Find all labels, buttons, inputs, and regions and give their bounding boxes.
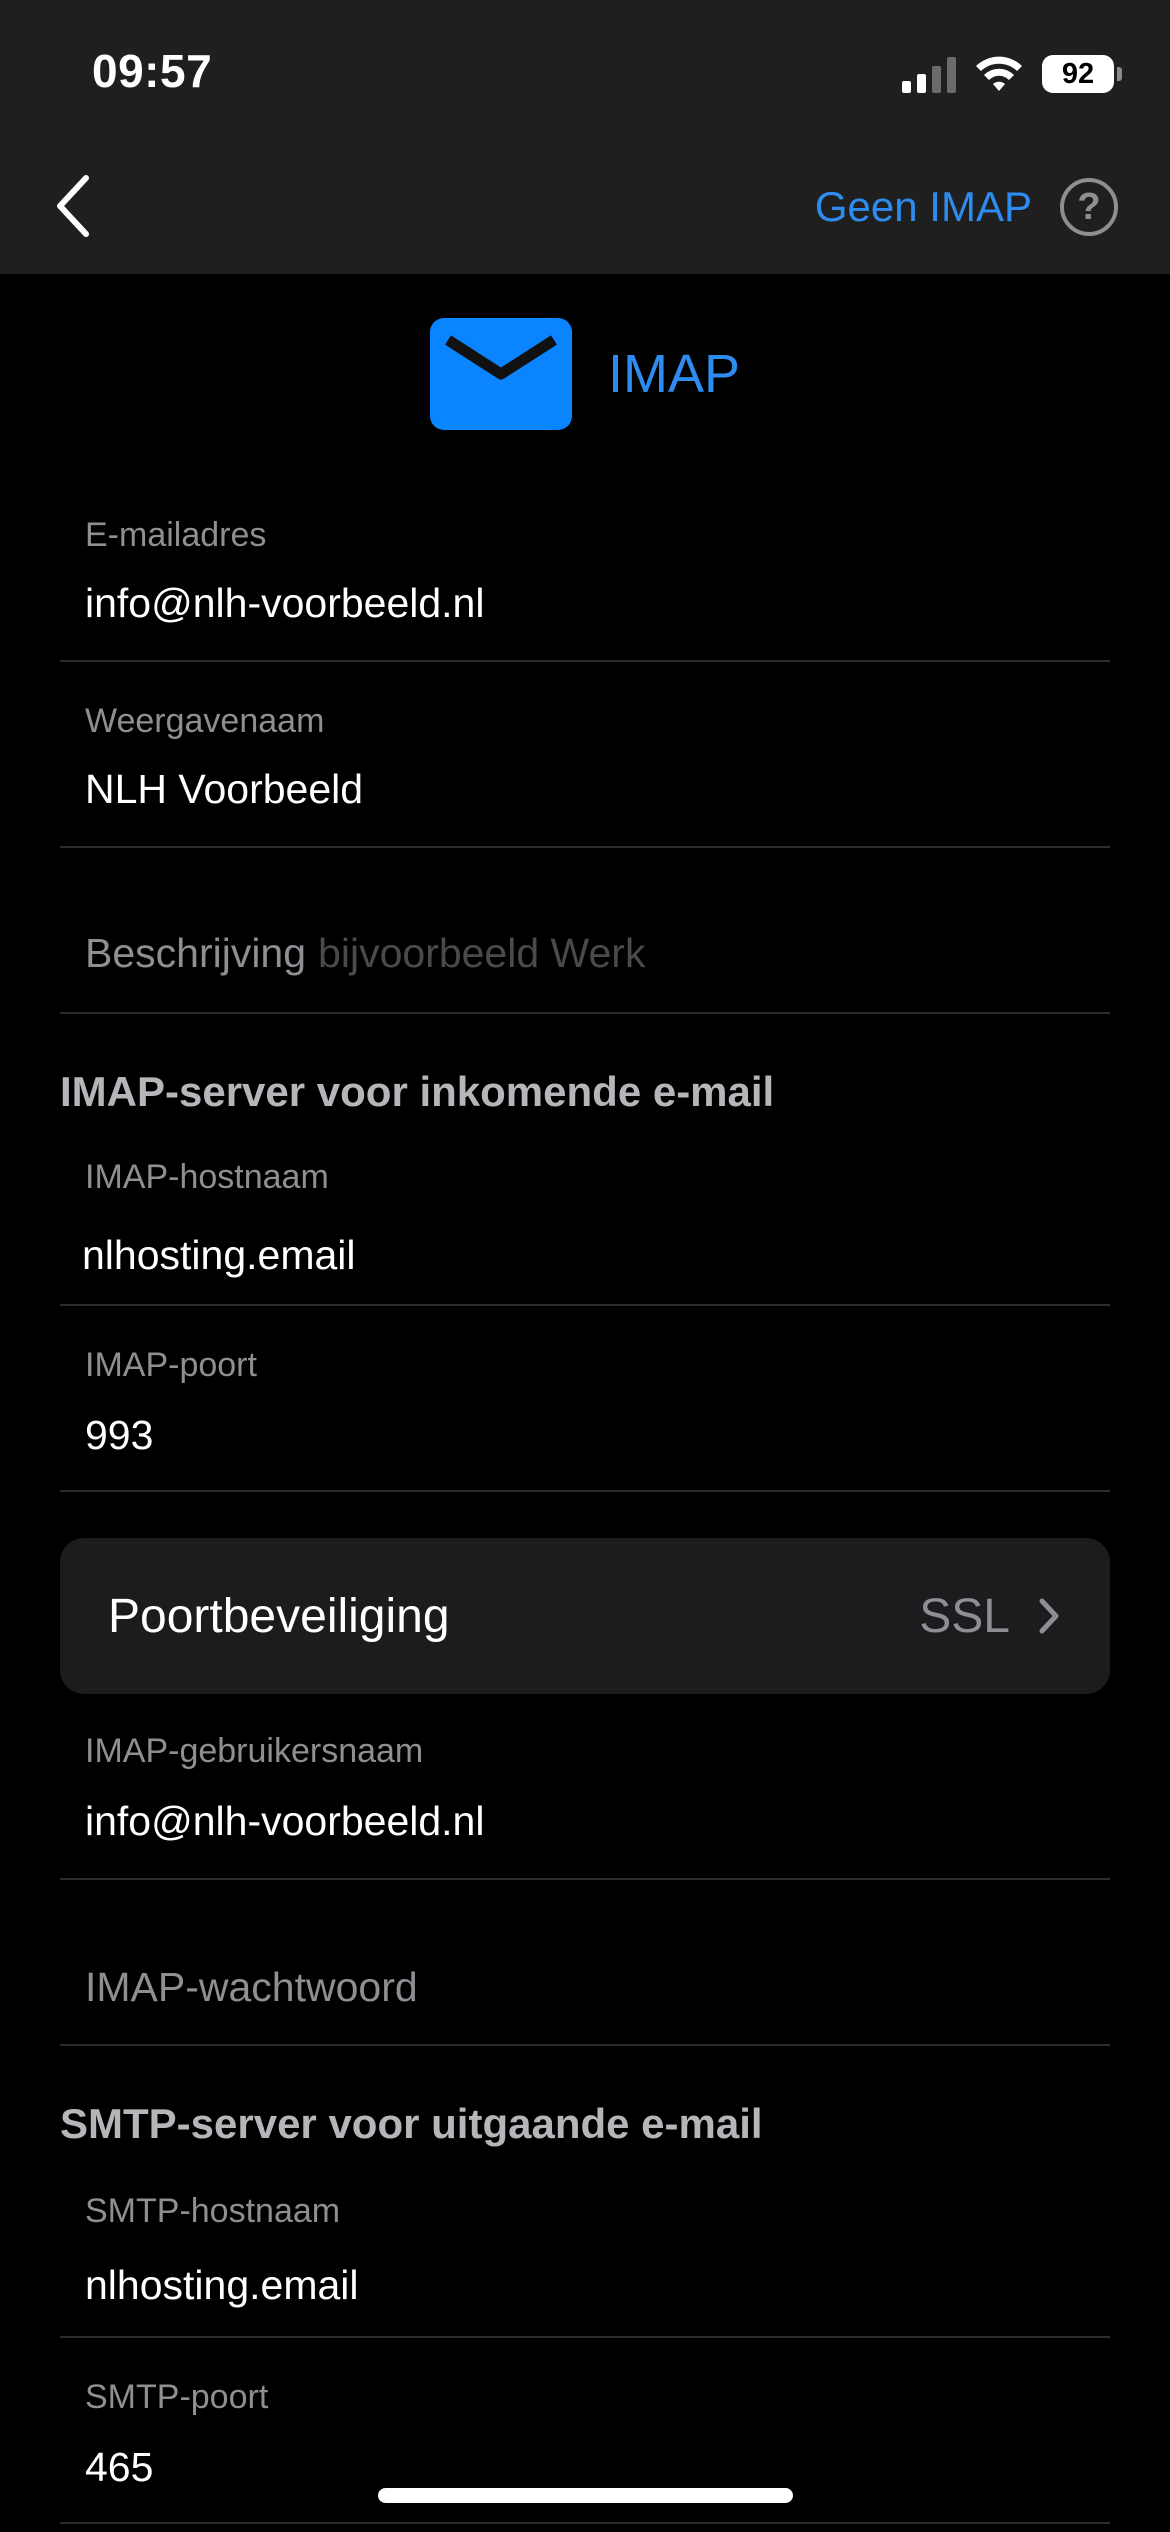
port-security-value: SSL bbox=[919, 1589, 1010, 1643]
cellular-signal-icon bbox=[902, 55, 956, 93]
outgoing-section-header: SMTP-server voor uitgaande e-mail bbox=[60, 2100, 763, 2147]
email-field[interactable]: E-mailadres info@nlh-voorbeeld.nl bbox=[60, 498, 1110, 662]
email-label: E-mailadres bbox=[85, 516, 267, 554]
imap-port-field[interactable]: IMAP-poort 993 bbox=[60, 1306, 1110, 1492]
wifi-icon bbox=[974, 55, 1024, 93]
imap-hostname-field[interactable]: IMAP-hostnaam nlhosting.email bbox=[60, 1120, 1110, 1306]
imap-port-value[interactable]: 993 bbox=[85, 1412, 153, 1459]
status-time: 09:57 bbox=[92, 45, 213, 97]
imap-password-field[interactable]: IMAP-wachtwoord bbox=[60, 1880, 1110, 2046]
chevron-left-icon bbox=[57, 175, 89, 237]
port-security-row[interactable]: Poortbeveiliging SSL bbox=[60, 1538, 1110, 1694]
description-label-text: Beschrijving bbox=[85, 930, 307, 976]
imap-username-label: IMAP-gebruikersnaam bbox=[85, 1732, 424, 1770]
account-type-title: IMAP bbox=[607, 344, 741, 404]
battery-level: 92 bbox=[1061, 57, 1095, 90]
port-security-right: SSL bbox=[919, 1589, 1060, 1644]
smtp-hostname-field[interactable]: SMTP-hostnaam nlhosting.email bbox=[60, 2152, 1110, 2338]
imap-password-label: IMAP-wachtwoord bbox=[85, 1964, 418, 2010]
display-name-field[interactable]: Weergavenaam NLH Voorbeeld bbox=[60, 662, 1110, 848]
envelope-icon bbox=[429, 318, 572, 430]
account-header: IMAP bbox=[0, 318, 1170, 430]
description-label: Beschrijving bijvoorbeeld Werk bbox=[85, 930, 645, 977]
battery-icon: 92 bbox=[1042, 55, 1122, 93]
imap-hostname-label: IMAP-hostnaam bbox=[85, 1158, 329, 1196]
email-value[interactable]: info@nlh-voorbeeld.nl bbox=[85, 580, 484, 627]
smtp-hostname-value[interactable]: nlhosting.email bbox=[85, 2262, 359, 2309]
description-field[interactable]: Beschrijving bijvoorbeeld Werk bbox=[60, 848, 1110, 1014]
status-icons: 92 bbox=[902, 52, 1122, 96]
nav-right: Geen IMAP ? bbox=[815, 178, 1118, 236]
description-placeholder[interactable]: bijvoorbeeld Werk bbox=[318, 930, 645, 976]
smtp-hostname-label: SMTP-hostnaam bbox=[85, 2192, 341, 2230]
port-security-label: Poortbeveiliging bbox=[108, 1589, 450, 1643]
smtp-port-value[interactable]: 465 bbox=[85, 2444, 153, 2491]
display-name-label: Weergavenaam bbox=[85, 702, 325, 740]
no-imap-link[interactable]: Geen IMAP bbox=[815, 183, 1032, 231]
imap-username-value[interactable]: info@nlh-voorbeeld.nl bbox=[85, 1798, 484, 1845]
imap-settings-screen: 09:57 92 Geen IMAP ? IMAP E-mailadres in… bbox=[0, 0, 1170, 2532]
back-button[interactable] bbox=[44, 166, 104, 246]
imap-hostname-value[interactable]: nlhosting.email bbox=[82, 1232, 356, 1279]
display-name-value[interactable]: NLH Voorbeeld bbox=[85, 766, 363, 813]
chevron-right-icon bbox=[1039, 1598, 1059, 1634]
smtp-port-label: SMTP-poort bbox=[85, 2378, 269, 2416]
imap-username-field[interactable]: IMAP-gebruikersnaam info@nlh-voorbeeld.n… bbox=[60, 1694, 1110, 1880]
question-circle-icon[interactable]: ? bbox=[1060, 178, 1118, 236]
home-indicator[interactable] bbox=[378, 2488, 793, 2503]
imap-port-label: IMAP-poort bbox=[85, 1346, 257, 1384]
top-bar: 09:57 92 Geen IMAP ? bbox=[0, 0, 1170, 274]
incoming-section-header: IMAP-server voor inkomende e-mail bbox=[60, 1068, 775, 1115]
